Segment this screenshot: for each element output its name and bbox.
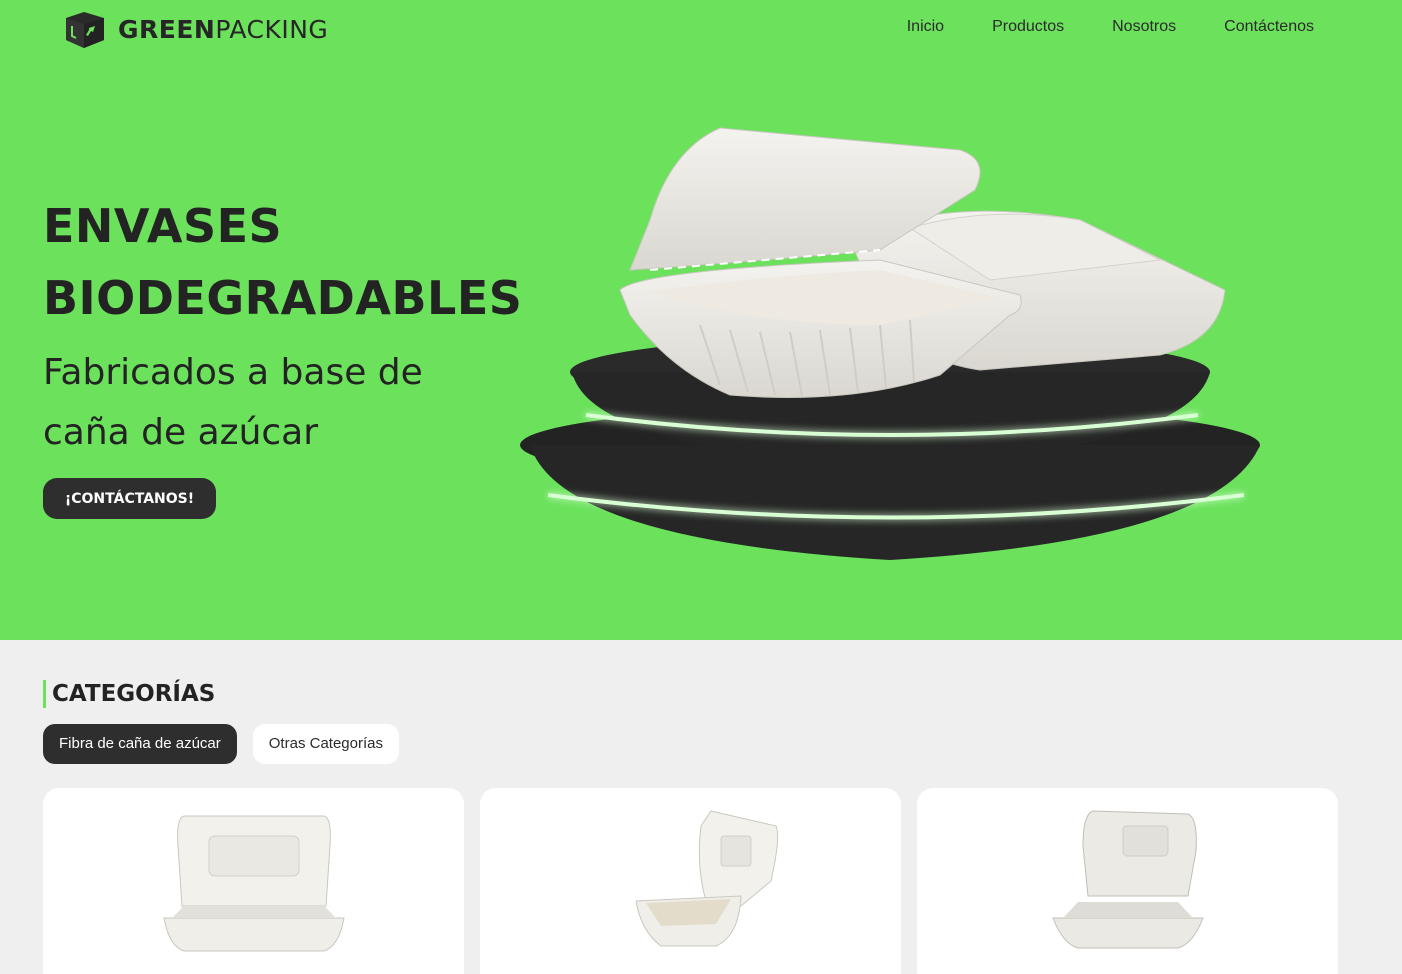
product-card[interactable] xyxy=(480,788,901,974)
hero-title-line2: BIODEGRADABLES xyxy=(43,271,523,325)
nav-links: Inicio Productos Nosotros Contáctenos xyxy=(907,18,1314,36)
logo-text-packing: PACKING xyxy=(215,14,329,44)
logo-text-green: GREEN xyxy=(118,14,216,44)
nav-link-productos[interactable]: Productos xyxy=(992,18,1064,36)
hero-subtitle: Fabricados a base de caña de azúcar xyxy=(43,352,423,453)
hinged-container-open xyxy=(1051,810,1204,949)
nav-link-nosotros[interactable]: Nosotros xyxy=(1112,18,1176,36)
product-card[interactable] xyxy=(917,788,1338,974)
product-cards xyxy=(43,788,1338,974)
contact-cta-button[interactable]: ¡CONTÁCTANOS! xyxy=(43,478,216,519)
category-tabs: Fibra de caña de azúcar Otras Categorías xyxy=(43,724,399,764)
navbar: GREEN PACKING Inicio Productos Nosotros C… xyxy=(0,0,1402,58)
box-recycle-logo-icon xyxy=(66,12,104,48)
logo[interactable]: GREEN PACKING xyxy=(62,8,328,50)
hero-section: GREEN PACKING Inicio Productos Nosotros C… xyxy=(0,0,1402,640)
tab-other-categories[interactable]: Otras Categorías xyxy=(252,724,399,764)
nav-link-contactenos[interactable]: Contáctenos xyxy=(1224,18,1314,36)
biodegradable-containers-on-podium xyxy=(520,127,1260,560)
square-clamshell-container xyxy=(634,810,778,947)
hero-title-line1: ENVASES xyxy=(43,199,283,253)
product-card[interactable] xyxy=(43,788,464,974)
rectangular-clamshell-container xyxy=(162,815,345,952)
nav-link-inicio[interactable]: Inicio xyxy=(907,18,944,36)
hero-title: ENVASES BIODEGRADABLES xyxy=(43,190,522,334)
tab-sugarcane-fiber[interactable]: Fibra de caña de azúcar xyxy=(43,724,237,764)
categories-title: CATEGORÍAS xyxy=(43,680,215,708)
